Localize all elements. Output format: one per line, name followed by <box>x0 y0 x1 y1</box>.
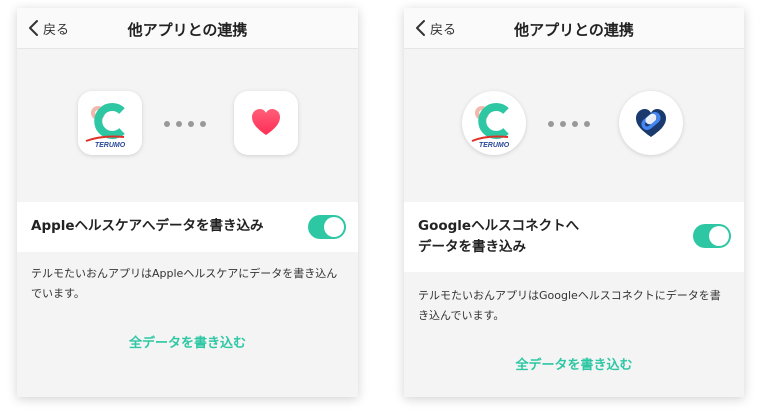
page-title: 他アプリとの連携 <box>514 21 634 39</box>
connection-dots <box>164 121 206 127</box>
page-title: 他アプリとの連携 <box>127 21 248 39</box>
description-text: テルモたいおんアプリはGoogleヘルスコネクトにデータを書き込んでいます。 <box>418 289 721 322</box>
terumo-logo: TERUMO <box>471 103 510 149</box>
ios-screen: 戻る 他アプリとの連携 TERUMO Appleヘルスケアへデータを書き込み テ… <box>17 8 358 397</box>
connection-dots <box>548 121 590 127</box>
toggle-knob <box>709 226 729 246</box>
toggle-label: Appleヘルスケアへデータを書き込み <box>31 218 264 234</box>
android-screen: 戻る 他アプリとの連携 TERUMO Googleヘルスコネクトへ データを書き… <box>404 8 744 397</box>
toggle-label-line-1: Googleヘルスコネクトへ <box>418 218 580 234</box>
terumo-app-icon: TERUMO <box>462 91 526 155</box>
apple-health-icon <box>234 91 298 155</box>
health-connect-icon <box>619 91 683 155</box>
nav-header: 戻る 他アプリとの連携 <box>404 8 744 49</box>
write-toggle[interactable] <box>308 215 346 239</box>
svg-text:TERUMO: TERUMO <box>95 142 126 149</box>
terumo-logo: TERUMO <box>85 103 126 149</box>
nav-header: 戻る 他アプリとの連携 <box>17 8 358 49</box>
toggle-knob <box>324 217 344 237</box>
write-all-data-button[interactable]: 全データを書き込む <box>17 332 358 351</box>
write-all-data-button[interactable]: 全データを書き込む <box>404 354 744 373</box>
description-text: テルモたいおんアプリはAppleヘルスケアにデータを書き込んでいます。 <box>31 267 338 300</box>
write-toggle[interactable] <box>693 224 731 248</box>
write-toggle-row[interactable]: Googleヘルスコネクトへ データを書き込み <box>404 202 744 272</box>
toggle-label-line-2: データを書き込み <box>418 239 526 255</box>
terumo-app-icon: TERUMO <box>78 91 142 155</box>
write-toggle-row[interactable]: Appleヘルスケアへデータを書き込み <box>17 202 358 252</box>
svg-text:TERUMO: TERUMO <box>479 142 510 149</box>
